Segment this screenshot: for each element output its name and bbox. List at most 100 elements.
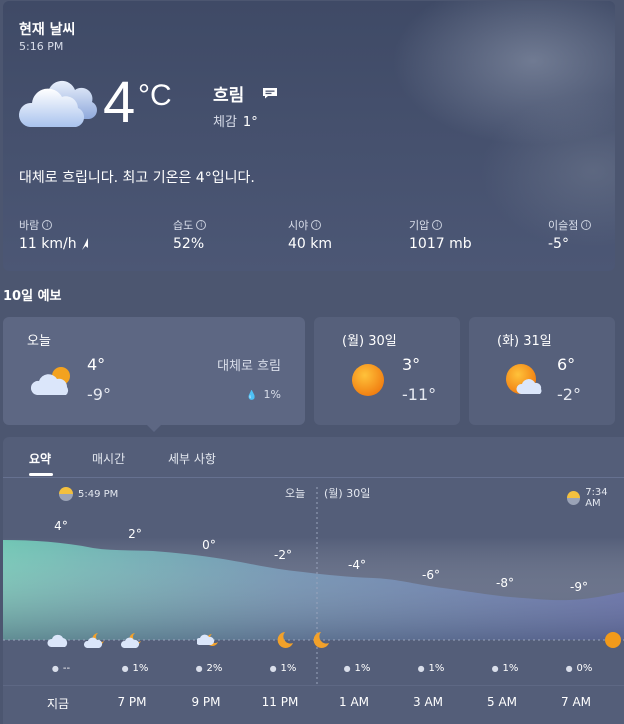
stat-pressure[interactable]: 기압 i 1017 mb: [409, 217, 472, 252]
hour-precip-value: 1%: [502, 663, 519, 674]
hour-temperature: -6°: [422, 568, 440, 582]
hour-precip-value: 2%: [206, 663, 223, 674]
moon-icon: [273, 631, 295, 649]
forecast-title: 10일 예보: [3, 289, 62, 304]
hour-precip: ● 2%: [196, 663, 223, 674]
wind-direction-icon: [81, 238, 88, 250]
hour-time: 지금: [46, 697, 70, 711]
day-name: (화) 31일: [497, 334, 552, 349]
selected-pointer: [146, 424, 162, 432]
hour-temperature: -8°: [496, 576, 514, 590]
comment-icon[interactable]: [262, 87, 278, 99]
feels-like: 체감 1°: [213, 111, 258, 130]
current-time: 5:16 PM: [19, 40, 64, 53]
sunrise-time: 7:34 AM: [585, 487, 608, 509]
stat-dew-point[interactable]: 이슬점 i -5°: [548, 217, 592, 252]
sunset-time: 5:49 PM: [78, 488, 119, 500]
stat-visibility-value: 40 km: [288, 236, 333, 252]
hour-precip-value: 1%: [354, 663, 371, 674]
feels-like-label: 체감: [213, 115, 237, 130]
day-detail-panel: 요약 매시간 세부 사항 5:49 PM 7:34 AM 오늘 (월) 30일 …: [3, 437, 624, 724]
info-icon[interactable]: i: [581, 220, 592, 230]
info-icon[interactable]: i: [432, 220, 443, 230]
hour-precip-value: 1%: [280, 663, 297, 674]
hour-precip-value: 0%: [576, 663, 593, 674]
day-card-tue-31[interactable]: (화) 31일 6° -2°: [469, 317, 615, 425]
day-condition: 대체로 흐림: [217, 359, 281, 374]
hour-temperature: 2°: [128, 527, 142, 541]
hour-temperature: -4°: [348, 558, 366, 572]
sunset-marker: 5:49 PM: [59, 487, 118, 501]
hour-temperature: 4°: [54, 519, 68, 533]
hour-precip: ● 0%: [566, 663, 593, 674]
hour-temperature: -2°: [274, 548, 292, 562]
drop-icon: ●: [269, 664, 277, 673]
day-low: -9°: [87, 385, 111, 404]
drop-icon: ●: [417, 664, 425, 673]
drop-icon: ●: [343, 664, 351, 673]
day-high: 6°: [557, 355, 576, 374]
current-weather-title: 현재 날씨: [19, 22, 76, 38]
hour-precip: ● 1%: [270, 663, 297, 674]
sunny-icon: [352, 364, 384, 396]
cloudy-icon: [18, 80, 97, 127]
hour-time: 9 PM: [191, 695, 221, 709]
day-card-today[interactable]: 오늘 4° -9° 대체로 흐림 💧 1%: [3, 317, 305, 425]
temperature-unit[interactable]: °C: [138, 79, 172, 113]
drop-icon: ●: [51, 664, 59, 673]
hour-time: 1 AM: [338, 695, 370, 709]
stat-visibility[interactable]: 시야 i 40 km: [288, 217, 332, 252]
day-high: 4°: [87, 355, 106, 374]
info-icon[interactable]: i: [311, 220, 322, 230]
today-label: 오늘: [285, 487, 306, 500]
drop-icon: ●: [565, 664, 573, 673]
stat-pressure-value: 1017 mb: [409, 236, 472, 252]
feels-like-value: 1°: [242, 115, 258, 130]
drop-icon: ●: [121, 664, 129, 673]
stat-wind-label: 바람: [19, 219, 40, 232]
partly-cloudy-night-icon: [83, 631, 106, 649]
stat-wind-value: 11 km/h: [19, 236, 77, 252]
current-temperature: 4: [103, 70, 136, 135]
hour-temperature: -9°: [570, 580, 588, 594]
day-name: 오늘: [27, 334, 51, 349]
drop-icon: ●: [491, 664, 499, 673]
stat-visibility-label: 시야: [288, 219, 309, 232]
cloudy-night-icon: [195, 631, 219, 649]
day-high: 3°: [402, 355, 421, 374]
sunrise-marker: 7:34 AM: [567, 487, 624, 509]
cloudy-icon: [47, 631, 69, 649]
hour-time: 7 AM: [560, 695, 592, 709]
stat-dew-point-value: -5°: [548, 236, 569, 252]
partly-cloudy-icon: [31, 367, 70, 395]
next-day-label: (월) 30일: [324, 487, 371, 500]
hour-precip: ● 1%: [418, 663, 445, 674]
hour-precip: ● 1%: [344, 663, 371, 674]
stat-wind[interactable]: 바람 i 11 km/h: [19, 217, 90, 252]
temperature-chart: [3, 487, 624, 685]
day-precip: 💧 1%: [246, 388, 281, 401]
stat-humidity[interactable]: 습도 i 52%: [173, 217, 207, 252]
partly-cloudy-night-icon: [120, 631, 143, 649]
moon-icon: [309, 631, 331, 649]
current-weather-card[interactable]: 현재 날씨 5:16 PM 4 °C 흐림 체감 1° 대체로 흐립니다. 최고 …: [3, 1, 615, 271]
stat-pressure-label: 기압: [409, 219, 430, 232]
day-precip-value: 1%: [263, 388, 281, 401]
info-icon[interactable]: i: [42, 220, 53, 230]
day-low: -11°: [402, 385, 437, 404]
hour-precip-value: 1%: [132, 663, 149, 674]
hour-precip: ● --: [52, 663, 70, 674]
sunrise-icon: [567, 491, 581, 505]
info-icon[interactable]: i: [196, 220, 207, 230]
drop-icon: 💧: [246, 391, 258, 401]
drop-icon: ●: [195, 664, 203, 673]
hour-time: 7 PM: [117, 695, 147, 709]
hour-time: 11 PM: [261, 695, 299, 709]
stat-humidity-label: 습도: [173, 219, 194, 232]
hour-time: 5 AM: [486, 695, 518, 709]
sunset-icon: [59, 487, 73, 501]
day-card-mon-30[interactable]: (월) 30일 3° -11°: [314, 317, 460, 425]
hour-temperature: 0°: [202, 538, 216, 552]
sun-icon: [602, 631, 624, 649]
hour-precip: ● 1%: [492, 663, 519, 674]
